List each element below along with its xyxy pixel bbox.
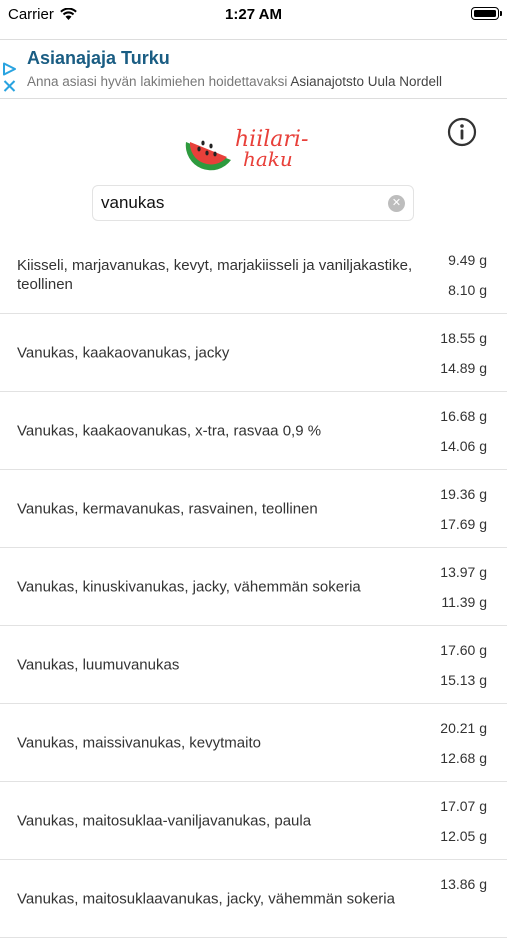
result-row[interactable]: Kiisseli, marjavanukas, kevyt, marjakiis… bbox=[0, 236, 507, 314]
food-name: Kiisseli, marjavanukas, kevyt, marjakiis… bbox=[17, 256, 413, 293]
search-input[interactable] bbox=[101, 186, 381, 220]
carb-value-primary: 13.86 g bbox=[440, 876, 487, 892]
carb-value-primary: 20.21 g bbox=[440, 720, 487, 736]
carb-value-secondary: 15.13 g bbox=[440, 672, 487, 688]
result-row[interactable]: Vanukas, maitosuklaavanukas, jacky, vähe… bbox=[0, 860, 507, 938]
food-name: Vanukas, luumuvanukas bbox=[17, 656, 180, 673]
food-name: Vanukas, kaakaovanukas, jacky bbox=[17, 344, 230, 361]
food-name: Vanukas, kermavanukas, rasvainen, teolli… bbox=[17, 500, 318, 517]
ad-advertiser: Asianajotsto Uula Nordell bbox=[290, 74, 443, 89]
result-row[interactable]: Vanukas, kinuskivanukas, jacky, vähemmän… bbox=[0, 548, 507, 626]
ad-banner[interactable]: Asianajaja Turku Anna asiasi hyvän lakim… bbox=[0, 39, 507, 99]
carb-value-primary: 18.55 g bbox=[440, 330, 487, 346]
carb-value-primary: 17.60 g bbox=[440, 642, 487, 658]
carb-value-secondary: 11.39 g bbox=[441, 594, 487, 610]
carb-value-primary: 9.49 g bbox=[448, 252, 487, 268]
search-bar[interactable]: ✕ bbox=[92, 185, 414, 221]
ad-close-icon[interactable] bbox=[2, 79, 17, 93]
carb-value-primary: 19.36 g bbox=[440, 486, 487, 502]
ad-description-text: Anna asiasi hyvän lakimiehen hoidettavak… bbox=[27, 74, 288, 89]
result-row[interactable]: Vanukas, kaakaovanukas, jacky 18.55 g 14… bbox=[0, 314, 507, 392]
ad-title[interactable]: Asianajaja Turku bbox=[27, 48, 170, 69]
clear-search-icon[interactable]: ✕ bbox=[388, 195, 405, 212]
result-row[interactable]: Vanukas, maitosuklaa-vaniljavanukas, pau… bbox=[0, 782, 507, 860]
food-name: Vanukas, kinuskivanukas, jacky, vähemmän… bbox=[17, 578, 361, 595]
food-name: Vanukas, maitosuklaa-vaniljavanukas, pau… bbox=[17, 812, 312, 829]
carb-value-secondary: 8.10 g bbox=[448, 282, 487, 298]
battery-icon bbox=[471, 7, 502, 20]
info-icon[interactable] bbox=[447, 117, 477, 147]
carb-value-primary: 13.97 g bbox=[440, 564, 487, 580]
result-row[interactable]: Vanukas, kaakaovanukas, x-tra, rasvaa 0,… bbox=[0, 392, 507, 470]
status-bar: Carrier 1:27 AM bbox=[0, 0, 507, 28]
carb-value-primary: 16.68 g bbox=[440, 408, 487, 424]
results-list: Kiisseli, marjavanukas, kevyt, marjakiis… bbox=[0, 236, 507, 938]
watermelon-icon bbox=[185, 140, 231, 171]
carb-value-secondary: 14.89 g bbox=[440, 360, 487, 376]
carb-value-secondary: 12.68 g bbox=[440, 750, 487, 766]
carb-value-secondary: 17.69 g bbox=[440, 516, 487, 532]
status-time: 1:27 AM bbox=[225, 6, 282, 23]
result-row[interactable]: Vanukas, luumuvanukas 17.60 g 15.13 g bbox=[0, 626, 507, 704]
ad-choices[interactable] bbox=[2, 62, 17, 93]
svg-text:haku: haku bbox=[243, 147, 293, 171]
result-row[interactable]: Vanukas, maissivanukas, kevytmaito 20.21… bbox=[0, 704, 507, 782]
carb-value-secondary: 14.06 g bbox=[440, 438, 487, 454]
food-name: Vanukas, kaakaovanukas, x-tra, rasvaa 0,… bbox=[17, 422, 322, 439]
ad-description: Anna asiasi hyvän lakimiehen hoidettavak… bbox=[27, 74, 442, 89]
carb-value-secondary: 12.05 g bbox=[440, 828, 487, 844]
result-row[interactable]: Vanukas, kermavanukas, rasvainen, teolli… bbox=[0, 470, 507, 548]
food-name: Vanukas, maitosuklaavanukas, jacky, vähe… bbox=[17, 890, 395, 907]
ad-play-icon[interactable] bbox=[2, 62, 17, 76]
carb-value-primary: 17.07 g bbox=[440, 798, 487, 814]
hiilari-haku-logo: hiilari- haku bbox=[185, 127, 308, 171]
food-name: Vanukas, maissivanukas, kevytmaito bbox=[17, 734, 261, 751]
